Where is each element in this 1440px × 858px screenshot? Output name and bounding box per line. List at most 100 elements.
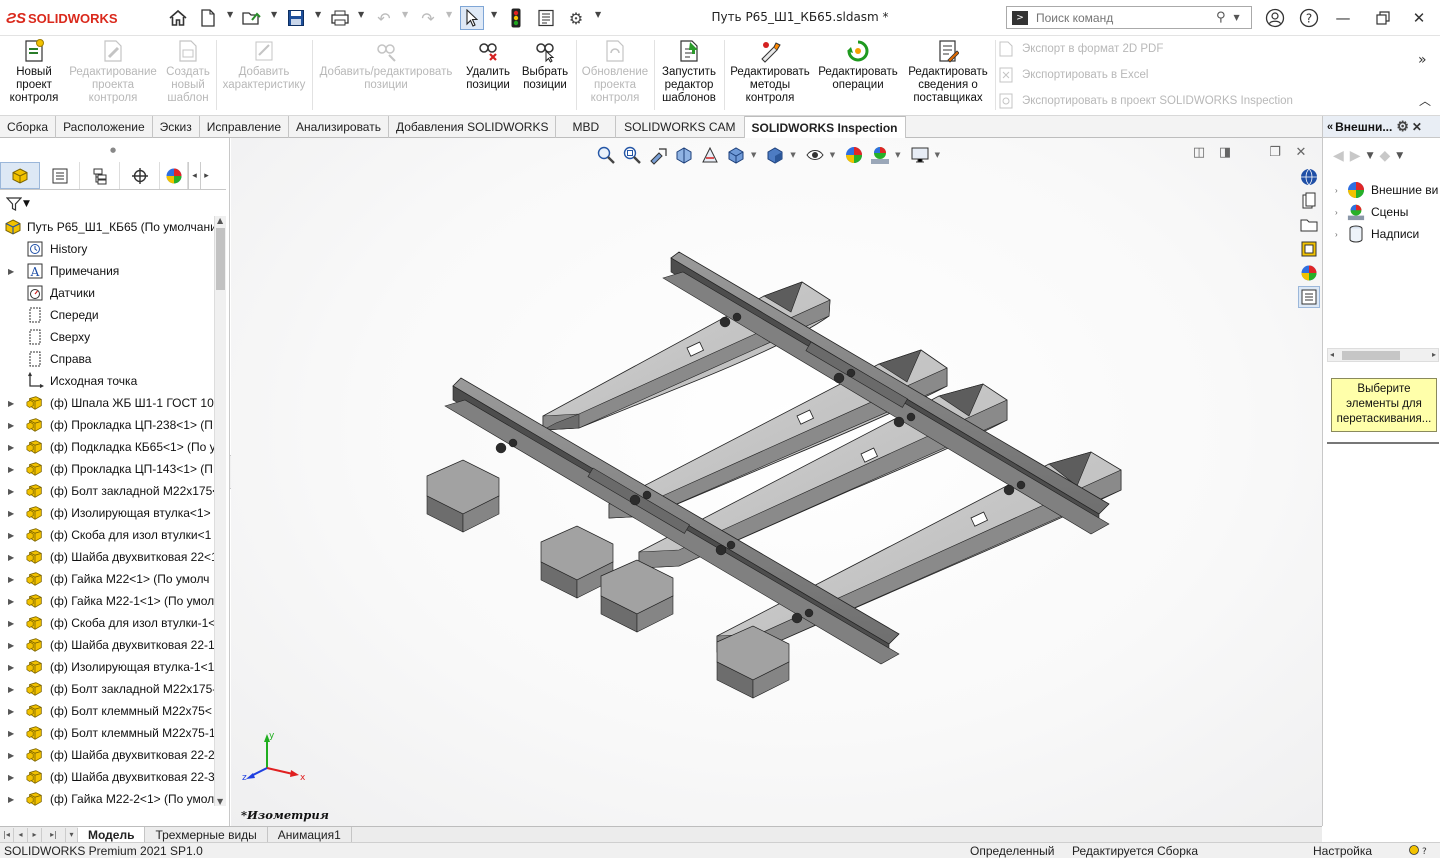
expand-arrow-icon[interactable]: ▶: [8, 641, 16, 650]
favorite-dropdown-icon[interactable]: ▼: [1396, 151, 1403, 161]
tree-item[interactable]: ▶ (ф) Шайба двухвитковая 22-3: [0, 766, 214, 788]
tree-item[interactable]: ▶ (ф) Гайка М22-1<1> (По умол: [0, 590, 214, 612]
expand-ribbon-icon[interactable]: »: [1418, 52, 1427, 68]
select-dropdown-icon[interactable]: ▼: [491, 10, 497, 19]
status-options-icon[interactable]: ?: [1408, 844, 1430, 858]
edit-operations-button[interactable]: Редактировать операции: [814, 38, 902, 112]
task-pane-hscrollbar[interactable]: ◂ ▸: [1327, 348, 1439, 362]
tree-item[interactable]: ▶ (ф) Болт закладной М22х175<: [0, 480, 214, 502]
feature-tree-tab[interactable]: [0, 162, 40, 189]
expand-arrow-icon[interactable]: ▶: [8, 663, 16, 672]
tree-item[interactable]: ▶ (ф) Изолирующая втулка-1<1: [0, 656, 214, 678]
appearances-scenes-tab[interactable]: [1298, 262, 1320, 284]
restore-window-icon[interactable]: [1370, 6, 1396, 30]
decals-folder[interactable]: › Надписи: [1335, 224, 1419, 244]
graphics-viewport[interactable]: ▼ ▼ ▼ ▼ ▼ ◫ ◨ ❐ ✕ y x z *Изометрия: [231, 138, 1322, 826]
expand-arrow-icon[interactable]: ▶: [8, 619, 16, 628]
tree-item[interactable]: ▶ (ф) Прокладка ЦП-238<1> (П: [0, 414, 214, 436]
back-icon[interactable]: ◀: [1333, 148, 1344, 164]
tab-motion-study[interactable]: Анимация1: [268, 826, 352, 843]
edit-inspection-methods-button[interactable]: Редактировать методы контроля: [726, 38, 814, 112]
history-dropdown-icon[interactable]: ▼: [1367, 151, 1374, 161]
edit-inspection-project-button[interactable]: Редактирование проекта контроля: [64, 38, 162, 112]
file-explorer-tab[interactable]: [1298, 214, 1320, 236]
tab-layout[interactable]: Расположение: [56, 116, 153, 138]
rebuild-traffic-light-icon[interactable]: [504, 6, 528, 30]
tree-item[interactable]: Исходная точка: [0, 370, 214, 392]
tab-evaluate[interactable]: Анализировать: [289, 116, 389, 138]
command-search-box[interactable]: > ⚲ ▼: [1006, 6, 1252, 29]
delete-positions-button[interactable]: Удалить позиции: [460, 38, 516, 112]
expand-arrow-icon[interactable]: ▶: [8, 443, 16, 452]
select-positions-button[interactable]: Выбрать позиции: [516, 38, 574, 112]
file-properties-icon[interactable]: [534, 6, 558, 30]
save-dropdown-icon[interactable]: ▼: [315, 10, 321, 19]
tree-item[interactable]: ▶ (ф) Шайба двухвитковая 22<1: [0, 546, 214, 568]
tree-filter-button[interactable]: ▼: [6, 194, 30, 214]
search-icon[interactable]: ⚲: [1216, 10, 1226, 25]
tree-item[interactable]: ▶ (ф) Гайка М22<1> (По умолч: [0, 568, 214, 590]
tree-item[interactable]: ▶ A Примечания: [0, 260, 214, 282]
expand-arrow-icon[interactable]: ▶: [8, 597, 16, 606]
tabs-scroll-left-icon[interactable]: ◂: [188, 162, 200, 189]
tree-item[interactable]: ▶ (ф) Шпала ЖБ Ш1-1 ГОСТ 106: [0, 392, 214, 414]
expand-arrow-icon[interactable]: ▶: [8, 575, 16, 584]
scroll-left-icon[interactable]: ◂: [1330, 350, 1334, 359]
tree-item[interactable]: ▶ (ф) Изолирующая втулка<1>: [0, 502, 214, 524]
open-folder-icon[interactable]: [240, 6, 264, 30]
tab-solidworks-cam[interactable]: SOLIDWORKS CAM: [616, 116, 745, 138]
tree-item[interactable]: History: [0, 238, 214, 260]
design-library-tab[interactable]: [1298, 190, 1320, 212]
expand-arrow-icon[interactable]: ▶: [8, 707, 16, 716]
expand-arrow-icon[interactable]: ▶: [8, 729, 16, 738]
panel-splitter-grip[interactable]: ●: [0, 138, 226, 162]
task-pane-splitter[interactable]: [1327, 442, 1439, 445]
scenes-folder[interactable]: › Сцены: [1335, 202, 1408, 222]
property-manager-tab[interactable]: [40, 162, 80, 189]
expand-arrow-icon[interactable]: ▶: [8, 487, 16, 496]
tab-markup[interactable]: Исправление: [200, 116, 289, 138]
tab-model[interactable]: Модель: [78, 826, 146, 843]
tab-assembly[interactable]: Сборка: [0, 116, 57, 138]
expand-arrow-icon[interactable]: ▶: [8, 421, 16, 430]
tab-mbd[interactable]: MBD: [556, 116, 617, 138]
tab-solidworks-inspection[interactable]: SOLIDWORKS Inspection: [744, 116, 906, 138]
help-icon[interactable]: ?: [1296, 6, 1322, 30]
scroll-right-icon[interactable]: ▸: [1432, 350, 1436, 359]
create-new-template-button[interactable]: Создать новый шаблон: [162, 38, 214, 112]
forward-icon[interactable]: ▶: [1350, 148, 1361, 164]
options-dropdown-icon[interactable]: ▼: [595, 10, 601, 19]
tree-root-assembly[interactable]: Путь Р65_Ш1_КБ65 (По умолчанию: [0, 216, 214, 238]
add-edit-positions-button[interactable]: Добавить/редактировать позиции: [314, 38, 458, 112]
tab-3d-views[interactable]: Трехмерные виды: [145, 826, 268, 843]
tree-item[interactable]: ▶ (ф) Прокладка ЦП-143<1> (П: [0, 458, 214, 480]
undo-icon[interactable]: ↶: [372, 6, 396, 30]
command-search-input[interactable]: [1036, 10, 1216, 25]
collapse-ribbon-icon[interactable]: ︿: [1419, 92, 1431, 109]
view-palette-tab[interactable]: [1298, 238, 1320, 260]
add-favorite-icon[interactable]: ◆: [1379, 148, 1390, 164]
tree-item[interactable]: Спереди: [0, 304, 214, 326]
export-excel-button[interactable]: Экспортировать в Excel: [998, 64, 1148, 86]
task-pane-options-icon[interactable]: ⚙: [1396, 118, 1409, 135]
tree-item[interactable]: ▶ (ф) Подкладка КБ65<1> (По у: [0, 436, 214, 458]
search-dropdown-icon[interactable]: ▼: [1234, 13, 1240, 22]
redo-icon[interactable]: ↷: [416, 6, 440, 30]
tree-item[interactable]: ▶ (ф) Шайба двухвитковая 22-2: [0, 744, 214, 766]
rail-right[interactable]: [662, 251, 1110, 535]
open-dropdown-icon[interactable]: ▼: [271, 10, 277, 19]
tree-item[interactable]: ▶ (ф) Болт клеммный М22х75<: [0, 700, 214, 722]
expand-arrow-icon[interactable]: ▶: [8, 795, 16, 804]
tabs-scroll-right-icon[interactable]: ▸: [200, 162, 212, 189]
task-pane-close-icon[interactable]: ✕: [1412, 120, 1422, 134]
expand-arrow-icon[interactable]: ›: [1335, 230, 1347, 239]
solidworks-logo[interactable]: ƧS SOLIDWORKS: [6, 8, 118, 28]
expand-arrow-icon[interactable]: ▶: [8, 465, 16, 474]
sleeper-1[interactable]: [542, 281, 831, 431]
user-account-icon[interactable]: [1262, 6, 1288, 30]
tree-item[interactable]: ▶ (ф) Болт закладной М22х175-: [0, 678, 214, 700]
update-inspection-project-button[interactable]: Обновление проекта контроля: [578, 38, 652, 112]
tab-sketch[interactable]: Эскиз: [153, 116, 200, 138]
next-tab-icon[interactable]: ▸: [28, 827, 42, 842]
dimxpert-manager-tab[interactable]: [120, 162, 160, 189]
